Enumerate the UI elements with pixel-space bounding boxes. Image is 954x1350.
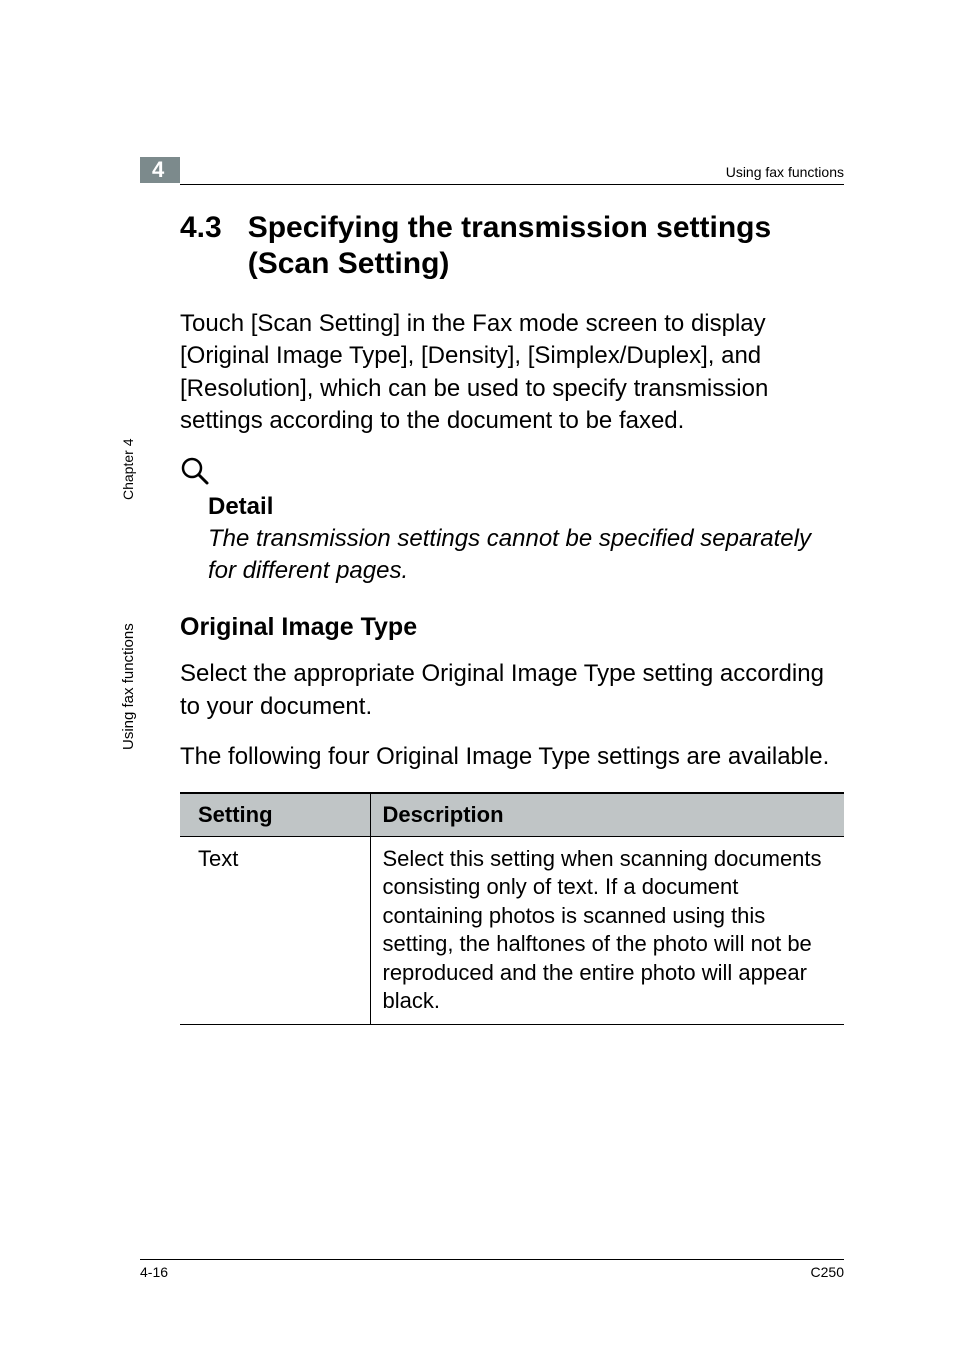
table-header-setting: Setting bbox=[180, 793, 370, 837]
sidebar-chapter-label: Chapter 4 bbox=[120, 439, 136, 500]
detail-block: Detail The transmission settings cannot … bbox=[180, 456, 844, 588]
settings-table: Setting Description Text Select this set… bbox=[180, 792, 844, 1026]
footer: 4-16 C250 bbox=[140, 1259, 844, 1280]
intro-paragraph: Touch [Scan Setting] in the Fax mode scr… bbox=[180, 308, 844, 438]
running-header: Using fax functions bbox=[726, 164, 844, 180]
sidebar: Chapter 4 Using fax functions bbox=[120, 500, 140, 820]
table-cell-setting: Text bbox=[180, 836, 370, 1025]
footer-row: 4-16 C250 bbox=[140, 1264, 844, 1280]
footer-page-number: 4-16 bbox=[140, 1264, 168, 1280]
magnifier-icon bbox=[180, 456, 210, 486]
main-content: 4.3 Specifying the transmission settings… bbox=[180, 210, 844, 1025]
page: 4 Using fax functions Chapter 4 Using fa… bbox=[0, 0, 954, 1350]
footer-rule bbox=[140, 1259, 844, 1260]
section-title: Specifying the transmission settings (Sc… bbox=[248, 210, 844, 282]
footer-product: C250 bbox=[811, 1264, 844, 1280]
subsection-paragraph-2: The following four Original Image Type s… bbox=[180, 741, 844, 773]
section-number: 4.3 bbox=[180, 210, 222, 246]
detail-label: Detail bbox=[208, 493, 844, 521]
header-rule bbox=[180, 184, 844, 185]
sidebar-title: Using fax functions bbox=[120, 623, 137, 750]
table-row: Text Select this setting when scanning d… bbox=[180, 836, 844, 1025]
subsection-paragraph-1: Select the appropriate Original Image Ty… bbox=[180, 658, 844, 723]
section-heading: 4.3 Specifying the transmission settings… bbox=[180, 210, 844, 282]
table-header-description: Description bbox=[370, 793, 844, 837]
subsection-heading: Original Image Type bbox=[180, 613, 844, 642]
chapter-badge: 4 bbox=[140, 157, 180, 183]
table-cell-description: Select this setting when scanning docume… bbox=[370, 836, 844, 1025]
detail-text: The transmission settings cannot be spec… bbox=[208, 523, 844, 588]
table-header-row: Setting Description bbox=[180, 793, 844, 837]
